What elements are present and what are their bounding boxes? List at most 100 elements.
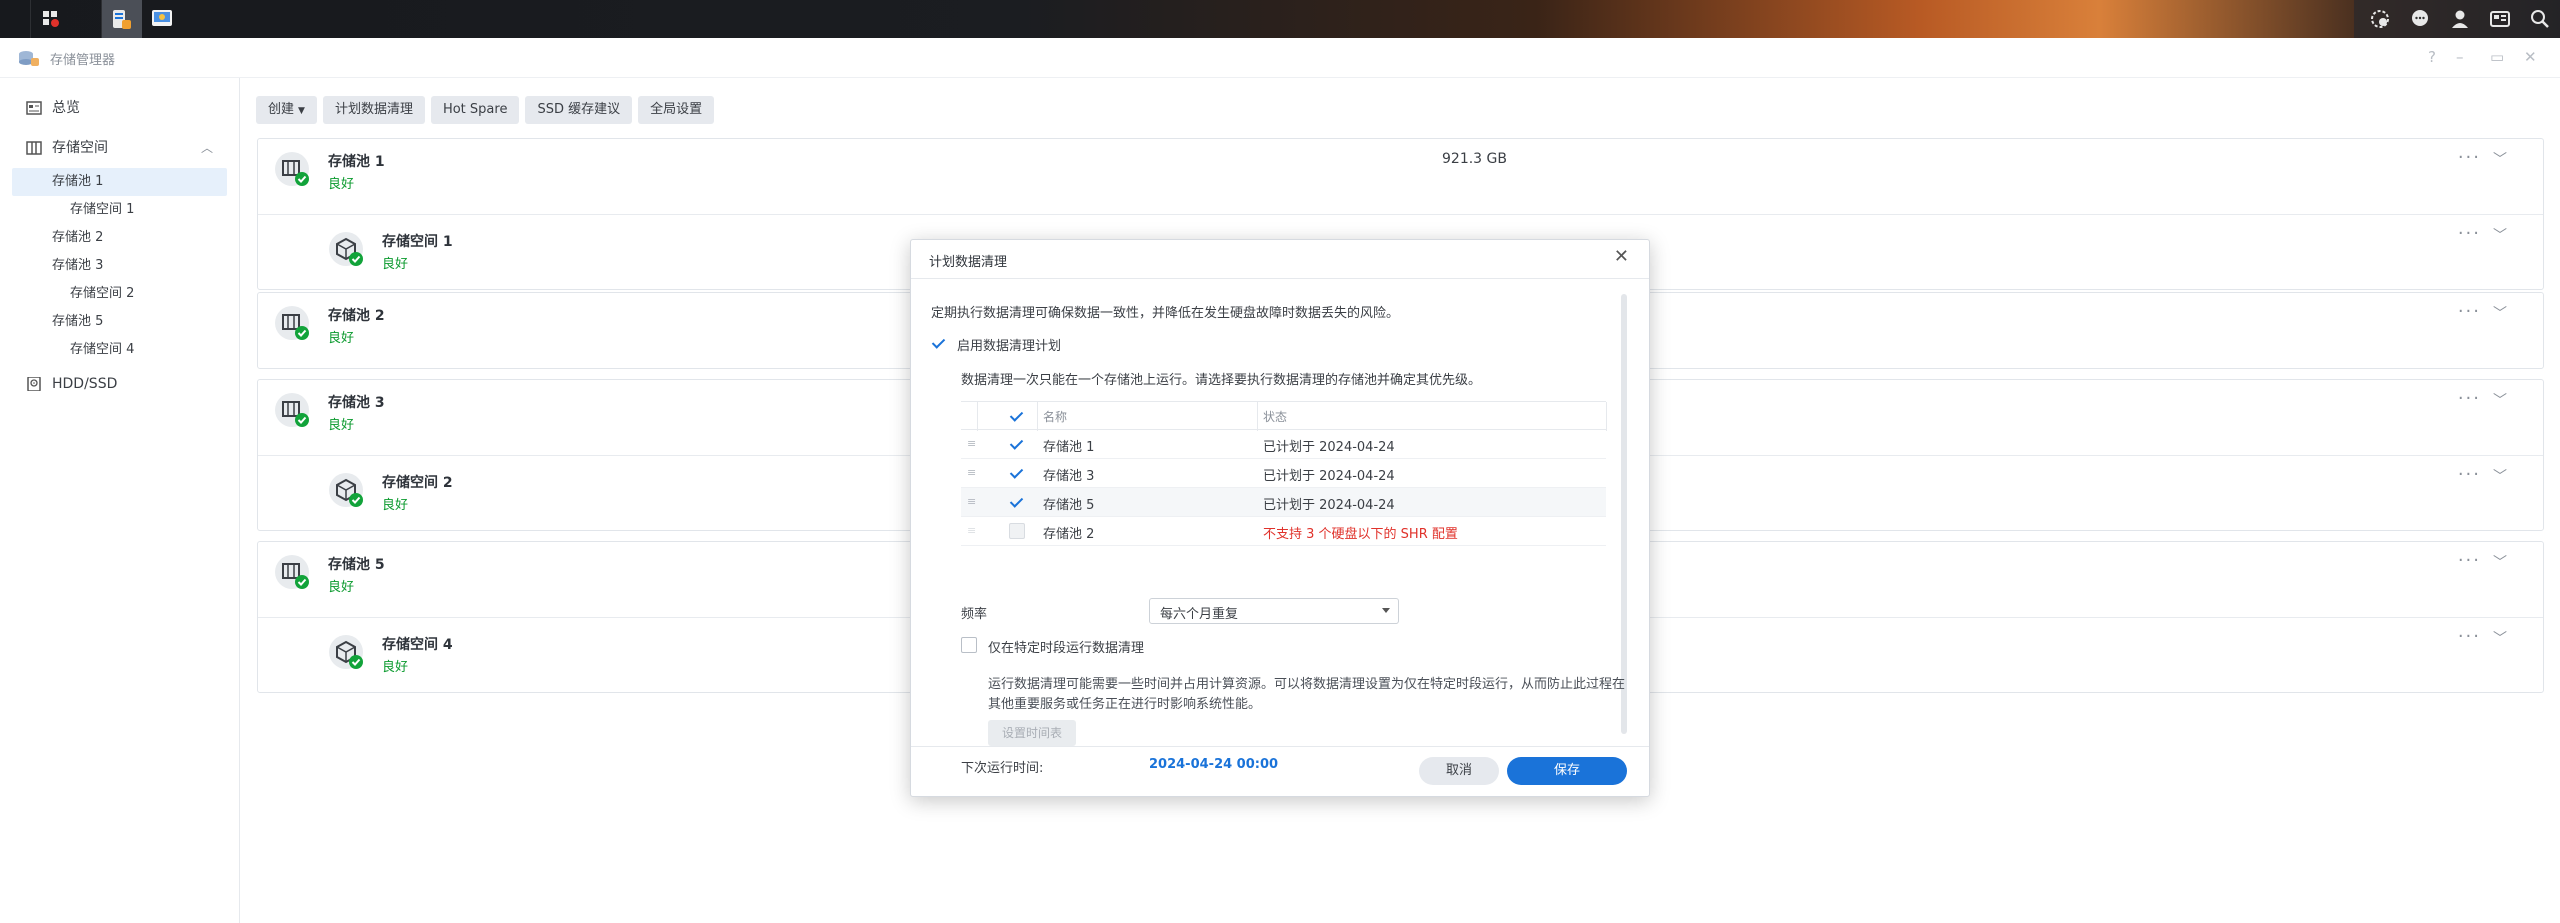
sidebar-item-label: 存储池 5 xyxy=(52,314,104,329)
dialog-title: 计划数据清理 xyxy=(929,255,1008,270)
search-icon[interactable] xyxy=(2520,0,2560,38)
frequency-label: 频率 xyxy=(961,607,988,622)
sidebar: 总览 存储空间 ︿ 存储池 1 存储空间 1 存储池 2 存储池 3 存储空间 … xyxy=(0,78,240,923)
user-icon[interactable] xyxy=(2440,0,2480,38)
sidebar-item-label: 存储空间 1 xyxy=(70,202,135,217)
sidebar-item-volume-1[interactable]: 存储空间 1 xyxy=(0,196,239,224)
close-window-icon[interactable]: ✕ xyxy=(2524,48,2537,66)
sidebar-item-label: 存储池 3 xyxy=(52,258,104,273)
cancel-button[interactable]: 取消 xyxy=(1419,757,1499,785)
more-options-icon[interactable]: ··· xyxy=(2458,464,2481,485)
set-schedule-button: 设置时间表 xyxy=(988,720,1077,746)
more-options-icon[interactable]: ··· xyxy=(2458,147,2481,168)
time-window-checkbox[interactable] xyxy=(961,637,977,653)
caret-down-icon: ▼ xyxy=(298,106,305,116)
main-menu-icon[interactable] xyxy=(31,0,71,38)
window-titlebar[interactable]: 存储管理器 ? – ▭ ✕ xyxy=(0,38,2560,78)
row-checkbox xyxy=(1009,523,1025,539)
column-divider xyxy=(1606,402,1607,431)
storage-pool-icon xyxy=(275,152,309,186)
control-panel-task-icon[interactable] xyxy=(142,0,182,38)
scrub-schedule-button[interactable]: 计划数据清理 xyxy=(322,96,425,124)
volume-status: 良好 xyxy=(382,498,409,513)
close-icon[interactable]: ✕ xyxy=(1614,246,1629,267)
toolbar: 创建 ▼ 计划数据清理 Hot Spare SSD 缓存建议 全局设置 xyxy=(256,96,715,124)
pool-name: 存储池 3 xyxy=(328,395,385,411)
sidebar-item-pool-3[interactable]: 存储池 3 xyxy=(0,252,239,280)
chevron-down-icon[interactable]: ﹀ xyxy=(2493,552,2507,572)
resource-monitor-icon[interactable] xyxy=(2360,0,2400,38)
row-checkbox[interactable] xyxy=(1009,436,1025,452)
scrub-note: 数据清理一次只能在一个存储池上运行。请选择要执行数据清理的存储池并确定其优先级。 xyxy=(961,373,1482,388)
ssd-cache-advisor-button[interactable]: SSD 缓存建议 xyxy=(525,96,633,124)
table-row[interactable]: ≡ 存储池 5 已计划于 2024-04-24 xyxy=(961,488,1606,517)
row-name: 存储池 2 xyxy=(1043,527,1095,542)
row-checkbox[interactable] xyxy=(1009,465,1025,481)
sidebar-item-label: 存储池 1 xyxy=(52,174,104,189)
global-settings-button[interactable]: 全局设置 xyxy=(638,96,715,124)
chevron-down-icon[interactable]: ﹀ xyxy=(2493,390,2507,410)
row-checkbox[interactable] xyxy=(1009,494,1025,510)
chevron-down-icon[interactable]: ﹀ xyxy=(2493,225,2507,245)
caret-down-icon xyxy=(1382,608,1390,613)
hdd-icon xyxy=(27,377,41,391)
table-row[interactable]: ≡ 存储池 1 已计划于 2024-04-24 xyxy=(961,430,1606,459)
more-options-icon[interactable]: ··· xyxy=(2458,301,2481,322)
volume-icon xyxy=(329,232,363,266)
chevron-down-icon[interactable]: ﹀ xyxy=(2493,628,2507,648)
volume-icon xyxy=(329,635,363,669)
chevron-up-icon[interactable]: ︿ xyxy=(201,128,213,168)
hot-spare-button[interactable]: Hot Spare xyxy=(430,96,520,124)
pool-row[interactable]: 存储池 1 良好 921.3 GB ··· ﹀ xyxy=(258,139,2543,214)
row-name: 存储池 3 xyxy=(1043,469,1095,484)
sidebar-item-volume-4[interactable]: 存储空间 4 xyxy=(0,336,239,364)
pool-status: 良好 xyxy=(328,580,355,595)
select-all-checkbox[interactable] xyxy=(1009,408,1025,424)
widgets-icon[interactable] xyxy=(2480,0,2520,38)
column-header-name[interactable]: 名称 xyxy=(1043,408,1067,425)
sidebar-item-label: 总览 xyxy=(52,100,80,116)
sidebar-item-storage-space[interactable]: 存储空间 ︿ xyxy=(0,128,239,168)
table-row[interactable]: ≡ 存储池 3 已计划于 2024-04-24 xyxy=(961,459,1606,488)
save-button[interactable]: 保存 xyxy=(1507,757,1627,785)
row-status: 已计划于 2024-04-24 xyxy=(1263,498,1395,513)
sidebar-item-pool-1[interactable]: 存储池 1 xyxy=(12,168,227,196)
row-name: 存储池 5 xyxy=(1043,498,1095,513)
chat-icon[interactable] xyxy=(2400,0,2440,38)
drag-handle-icon[interactable]: ≡ xyxy=(967,466,976,479)
taskbar xyxy=(0,0,2560,38)
drag-handle-icon: ≡ xyxy=(967,524,977,537)
sidebar-item-hdd-ssd[interactable]: HDD/SSD xyxy=(0,364,239,404)
restore-icon[interactable]: ▭ xyxy=(2490,48,2504,66)
enable-scrub-checkbox[interactable] xyxy=(931,335,947,351)
storage-pool-icon xyxy=(275,306,309,340)
drag-handle-icon[interactable]: ≡ xyxy=(967,437,976,450)
storage-space-icon xyxy=(26,141,42,155)
time-window-label: 仅在特定时段运行数据清理 xyxy=(988,641,1145,656)
more-options-icon[interactable]: ··· xyxy=(2458,626,2481,647)
column-header-status[interactable]: 状态 xyxy=(1263,408,1287,425)
more-options-icon[interactable]: ··· xyxy=(2458,388,2481,409)
more-options-icon[interactable]: ··· xyxy=(2458,223,2481,244)
frequency-select[interactable]: 每六个月重复 xyxy=(1149,598,1399,624)
dialog-footer: 取消 保存 xyxy=(911,746,1649,796)
sidebar-item-pool-2[interactable]: 存储池 2 xyxy=(0,224,239,252)
sidebar-item-volume-2[interactable]: 存储空间 2 xyxy=(0,280,239,308)
storage-manager-icon xyxy=(19,51,39,66)
overview-icon xyxy=(26,101,42,115)
chevron-down-icon[interactable]: ﹀ xyxy=(2493,149,2507,169)
dialog-scrollbar[interactable] xyxy=(1621,294,1627,734)
more-options-icon[interactable]: ··· xyxy=(2458,550,2481,571)
drag-handle-icon[interactable]: ≡ xyxy=(967,495,976,508)
chevron-down-icon[interactable]: ﹀ xyxy=(2493,466,2507,486)
sidebar-item-overview[interactable]: 总览 xyxy=(0,88,239,128)
volume-icon xyxy=(329,473,363,507)
help-icon[interactable]: ? xyxy=(2428,48,2436,66)
create-button[interactable]: 创建 ▼ xyxy=(256,96,317,124)
sidebar-item-label: 存储空间 2 xyxy=(70,286,135,301)
chevron-down-icon[interactable]: ﹀ xyxy=(2493,303,2507,323)
minimize-icon[interactable]: – xyxy=(2456,48,2464,66)
scrub-pool-table: 名称 状态 ≡ 存储池 1 已计划于 2024-04-24 ≡ 存储池 3 已计… xyxy=(961,401,1607,546)
sidebar-item-pool-5[interactable]: 存储池 5 xyxy=(0,308,239,336)
storage-manager-task-icon[interactable] xyxy=(102,0,142,38)
